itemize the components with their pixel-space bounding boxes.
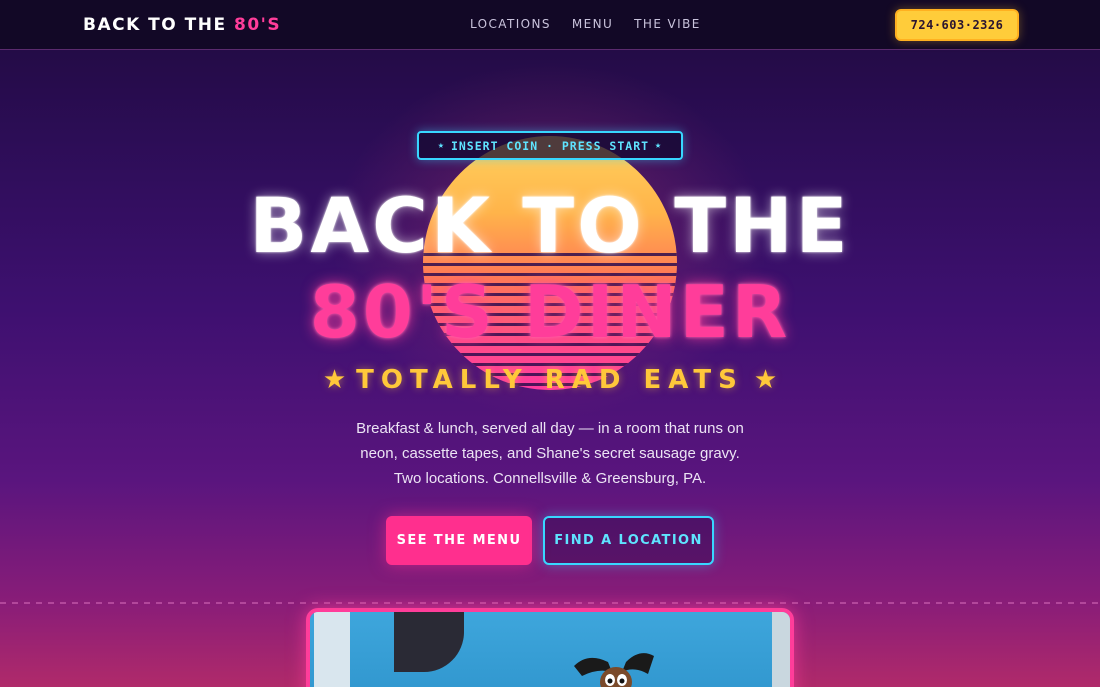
nav-link-menu[interactable]: MENU xyxy=(572,17,613,31)
find-a-location-button[interactable]: FIND A LOCATION xyxy=(543,516,714,565)
phone-button[interactable]: 724·603·2326 xyxy=(895,9,1019,41)
hero-title-line1: BACK TO THE xyxy=(249,181,851,270)
see-the-menu-button[interactable]: SEE THE MENU xyxy=(386,516,532,565)
top-nav: BACK TO THE 80'S LOCATIONS MENU THE VIBE… xyxy=(0,0,1100,50)
brand-logo[interactable]: BACK TO THE 80'S xyxy=(83,15,281,35)
brand-accent: 80'S xyxy=(234,15,282,35)
star-icon: ★ xyxy=(437,140,445,151)
star-icon: ★ xyxy=(655,140,663,151)
nav-link-the-vibe[interactable]: THE VIBE xyxy=(634,17,701,31)
diner-photo xyxy=(306,608,794,687)
neon-grid-horizon xyxy=(0,602,1100,604)
star-icon: ★ xyxy=(753,365,778,395)
nav-link-locations[interactable]: LOCATIONS xyxy=(470,17,551,31)
hero-description: Breakfast & lunch, served all day — in a… xyxy=(330,416,770,491)
badge-text: INSERT COIN · PRESS START xyxy=(450,138,650,153)
page: BACK TO THE 80'S LOCATIONS MENU THE VIBE… xyxy=(0,0,1100,687)
photo-panel xyxy=(772,612,790,687)
description-line: Two locations. Connellsville & Greensbur… xyxy=(393,470,707,487)
brand-text: BACK TO THE xyxy=(83,15,235,35)
star-icon: ★ xyxy=(322,365,347,395)
description-line: Breakfast & lunch, served all day — in a… xyxy=(356,420,744,437)
photo-panel xyxy=(314,612,350,687)
tagline-text: TOTALLY RAD EATS xyxy=(356,365,744,395)
hero-tagline: ★ TOTALLY RAD EATS ★ xyxy=(0,365,1100,395)
photo-wall xyxy=(310,612,790,687)
hero-title-line2: 80'S DINER xyxy=(309,270,791,354)
description-line: neon, cassette tapes, and Shane's secret… xyxy=(360,445,740,462)
nav-links: LOCATIONS MENU THE VIBE xyxy=(470,17,701,31)
mascot-figure xyxy=(574,653,654,687)
insert-coin-badge: ★ INSERT COIN · PRESS START ★ xyxy=(417,131,683,160)
